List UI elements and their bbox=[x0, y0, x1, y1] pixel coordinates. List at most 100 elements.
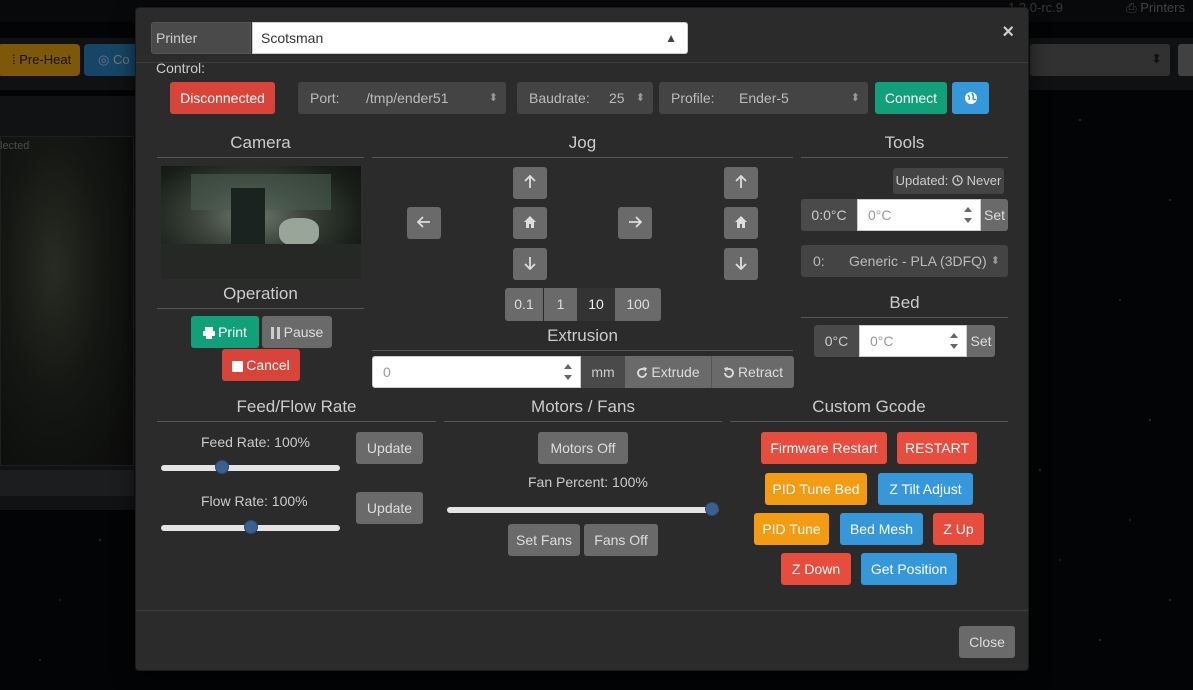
motors-fans-title: Motors / Fans bbox=[444, 397, 722, 422]
gcode-z-tilt-adjust-button[interactable]: Z Tilt Adjust bbox=[878, 473, 973, 505]
flow-rate-thumb[interactable] bbox=[243, 520, 258, 534]
stop-icon bbox=[232, 361, 244, 372]
step-10[interactable]: 10 bbox=[577, 288, 615, 321]
flow-rate-slider[interactable] bbox=[161, 520, 340, 534]
extrude-button[interactable]: Extrude bbox=[625, 356, 711, 388]
motors-off-button[interactable]: Motors Off bbox=[538, 432, 628, 464]
tool-target-input[interactable]: 0°C bbox=[857, 199, 981, 231]
gcode-get-position-button[interactable]: Get Position bbox=[861, 553, 957, 585]
bed-set-button[interactable]: Set bbox=[967, 325, 995, 357]
updated-badge: Updated: Never bbox=[893, 168, 1004, 194]
feed-flow-title: Feed/Flow Rate bbox=[157, 397, 436, 422]
arrow-up-icon bbox=[524, 174, 536, 188]
gcode-restart-button[interactable]: RESTART bbox=[897, 432, 977, 464]
tools-title: Tools bbox=[801, 133, 1008, 158]
arrow-right-icon bbox=[629, 216, 643, 228]
camera-feed bbox=[161, 166, 361, 279]
clock-icon bbox=[952, 175, 963, 186]
step-0-1[interactable]: 0.1 bbox=[505, 288, 543, 321]
port-select[interactable]: Port: /tmp/ender51 ⬍ bbox=[298, 82, 506, 114]
baudrate-select[interactable]: Baudrate: 25 ⬍ bbox=[517, 82, 653, 114]
chevron-updown-icon: ⬍ bbox=[850, 92, 860, 104]
gcode-pid-tune-button[interactable]: PID Tune bbox=[754, 513, 829, 545]
bed-title: Bed bbox=[801, 293, 1008, 318]
jog-title: Jog bbox=[372, 133, 793, 158]
gcode-z-down-button[interactable]: Z Down bbox=[781, 553, 851, 585]
print-button[interactable]: Print bbox=[191, 316, 259, 348]
gcode-z-up-button[interactable]: Z Up bbox=[933, 513, 984, 545]
extrusion-unit: mm bbox=[581, 356, 625, 388]
flow-update-button[interactable]: Update bbox=[356, 492, 423, 524]
pause-icon bbox=[270, 327, 280, 339]
jog-y-up-button[interactable] bbox=[513, 167, 547, 199]
jog-z-up-button[interactable] bbox=[724, 167, 758, 199]
undo-icon bbox=[723, 367, 734, 378]
printer-select[interactable]: Scotsman ▲ bbox=[252, 22, 688, 54]
connection-status-button[interactable]: Disconnected bbox=[170, 82, 275, 114]
retract-button[interactable]: Retract bbox=[711, 356, 794, 388]
fans-off-button[interactable]: Fans Off bbox=[584, 524, 658, 556]
spinner-icon bbox=[948, 331, 960, 351]
flow-rate-label: Flow Rate: 100% bbox=[201, 493, 308, 509]
printer-control-label: Printer Control: bbox=[151, 22, 251, 76]
close-icon[interactable]: × bbox=[1002, 22, 1014, 42]
jog-step-group: 0.1 1 10 100 bbox=[505, 288, 661, 321]
extrusion-amount-input[interactable]: 0 bbox=[372, 356, 581, 388]
fan-slider[interactable] bbox=[447, 502, 719, 516]
set-fans-button[interactable]: Set Fans bbox=[508, 524, 580, 556]
chevron-updown-icon: ⬍ bbox=[488, 92, 498, 104]
port-value: /tmp/ender51 bbox=[366, 90, 449, 106]
filament-select[interactable]: 0: Generic - PLA (3DFQ) ⬍ bbox=[801, 245, 1008, 277]
globe-button[interactable] bbox=[952, 82, 989, 114]
cancel-button[interactable]: Cancel bbox=[222, 349, 300, 381]
arrow-left-icon bbox=[416, 216, 430, 228]
arrow-down-icon bbox=[524, 257, 536, 271]
tool-set-button[interactable]: Set bbox=[981, 199, 1008, 231]
select-caret-icon: ▲ bbox=[665, 31, 677, 45]
gcode-pid-tune-bed-button[interactable]: PID Tune Bed bbox=[765, 473, 867, 505]
feed-update-button[interactable]: Update bbox=[356, 432, 423, 464]
extrusion-title: Extrusion bbox=[372, 326, 793, 351]
jog-y-down-button[interactable] bbox=[513, 248, 547, 280]
profile-value: Ender-5 bbox=[739, 90, 789, 106]
modal-header: Printer Control: Scotsman ▲ × bbox=[136, 8, 1028, 76]
redo-icon bbox=[637, 367, 648, 378]
jog-x-left-button[interactable] bbox=[407, 207, 441, 239]
step-1[interactable]: 1 bbox=[544, 288, 577, 321]
jog-z-down-button[interactable] bbox=[724, 248, 758, 280]
globe-icon bbox=[964, 92, 977, 104]
step-100[interactable]: 100 bbox=[615, 288, 661, 321]
home-z-button[interactable] bbox=[724, 207, 758, 239]
bed-target-input[interactable]: 0°C bbox=[859, 325, 967, 357]
feed-rate-thumb[interactable] bbox=[215, 460, 230, 474]
arrow-up-icon bbox=[735, 174, 747, 188]
printer-control-modal: Printer Control: Scotsman ▲ × Disconnect… bbox=[135, 7, 1029, 671]
operation-title: Operation bbox=[157, 284, 364, 309]
chevron-updown-icon: ⬍ bbox=[990, 255, 1000, 267]
profile-select[interactable]: Profile: Ender-5 ⬍ bbox=[659, 82, 868, 114]
jog-x-right-button[interactable] bbox=[618, 207, 652, 239]
feed-rate-slider[interactable] bbox=[161, 460, 340, 474]
gcode-bed-mesh-button[interactable]: Bed Mesh bbox=[840, 513, 923, 545]
baudrate-label: Baudrate: bbox=[529, 90, 590, 106]
fan-thumb[interactable] bbox=[705, 502, 719, 516]
pause-button[interactable]: Pause bbox=[262, 316, 332, 348]
spinner-icon bbox=[562, 362, 574, 382]
filament-value: Generic - PLA (3DFQ) bbox=[849, 253, 987, 269]
printer-icon bbox=[203, 327, 216, 339]
arrow-down-icon bbox=[735, 257, 747, 271]
spinner-icon bbox=[962, 205, 974, 225]
bed-current-temp: 0°C bbox=[814, 325, 859, 357]
gcode-firmware-restart-button[interactable]: Firmware Restart bbox=[761, 432, 887, 464]
feed-rate-label: Feed Rate: 100% bbox=[201, 434, 310, 450]
profile-label: Profile: bbox=[671, 90, 715, 106]
camera-title: Camera bbox=[157, 133, 364, 158]
tool-current-temp: 0:0°C bbox=[801, 199, 857, 231]
fan-percent-label: Fan Percent: 100% bbox=[528, 474, 648, 490]
connect-button[interactable]: Connect bbox=[875, 82, 947, 114]
custom-gcode-title: Custom Gcode bbox=[730, 397, 1008, 422]
close-button[interactable]: Close bbox=[959, 626, 1015, 658]
home-xy-button[interactable] bbox=[513, 207, 547, 239]
modal-footer-divider bbox=[136, 610, 1028, 611]
home-icon bbox=[524, 216, 536, 228]
